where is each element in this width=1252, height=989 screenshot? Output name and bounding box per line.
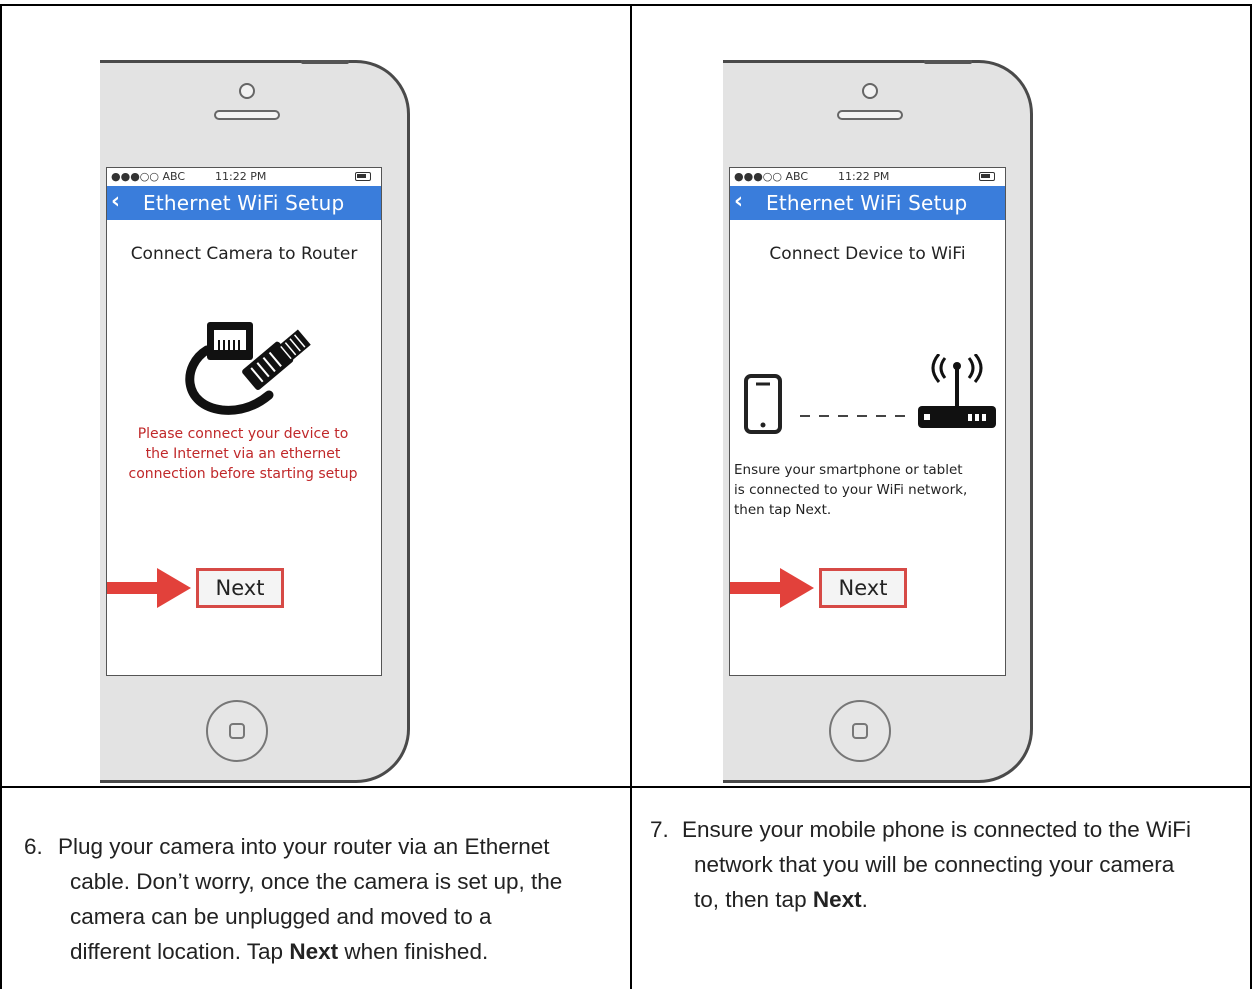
table-border-top (0, 4, 1252, 6)
clock-label: 11:22 PM (215, 170, 267, 183)
home-button[interactable] (829, 700, 891, 762)
status-bar: ●●●○○ ABC 11:22 PM (107, 168, 381, 186)
step-6-instructions: 6. Plug your camera into your router via… (24, 829, 624, 979)
nav-bar: ‹ Ethernet WiFi Setup (730, 186, 1005, 220)
pointer-arrow-icon (107, 568, 191, 608)
step-7-instructions: 7. Ensure your mobile phone is connected… (650, 812, 1246, 932)
next-emphasis: Next (289, 939, 339, 964)
warning-line: connection before starting setup (128, 466, 358, 482)
speaker-icon (837, 110, 903, 120)
nav-title: Ethernet WiFi Setup (766, 191, 968, 215)
home-button[interactable] (206, 700, 268, 762)
status-bar: ●●●○○ ABC 11:22 PM (730, 168, 1005, 186)
ethernet-cable-icon (185, 322, 311, 415)
phone-mockup-step-6: ●●●○○ ABC 11:22 PM ‹ Ethernet WiFi Setup… (100, 60, 420, 786)
battery-icon (355, 172, 371, 181)
step-text-line: to, then tap Next. (694, 882, 868, 917)
step-number: 7. (650, 817, 669, 842)
table-border-left (0, 4, 2, 989)
warning-line: Please connect your device to (137, 426, 349, 442)
carrier-label: ●●●○○ ABC (734, 170, 809, 183)
info-line: is connected to your WiFi network, (734, 482, 968, 498)
next-emphasis: Next (812, 887, 862, 912)
clock-label: 11:22 PM (838, 170, 890, 183)
step-text-line: cable. Don’t worry, once the camera is s… (70, 869, 563, 894)
screen-heading: Connect Device to WiFi (769, 244, 966, 264)
carrier-label: ●●●○○ ABC (111, 170, 186, 183)
back-chevron-icon[interactable]: ‹ (111, 189, 120, 214)
next-button[interactable]: Next (819, 568, 907, 608)
step-text: when finished. (338, 939, 489, 964)
step-text: to, then tap (694, 887, 813, 912)
front-camera-icon (239, 83, 255, 99)
nav-title: Ethernet WiFi Setup (143, 191, 345, 215)
nav-bar: ‹ Ethernet WiFi Setup (107, 186, 381, 220)
smartphone-router-icon (744, 354, 996, 434)
battery-icon (979, 172, 995, 181)
back-chevron-icon[interactable]: ‹ (734, 189, 743, 214)
step-text-line: Ensure your mobile phone is connected to… (682, 817, 1192, 842)
warning-line: the Internet via an ethernet (145, 446, 341, 462)
step-text-line: camera can be unplugged and moved to a (70, 904, 492, 929)
pointer-arrow-icon (730, 568, 814, 608)
step-text: . (861, 887, 868, 912)
next-button[interactable]: Next (196, 568, 284, 608)
speaker-icon (214, 110, 280, 120)
phone-side-button (301, 60, 349, 64)
step-text-line: different location. Tap Next when finish… (70, 934, 488, 969)
table-column-divider (630, 4, 632, 989)
step-text-line: network that you will be connecting your… (694, 852, 1175, 877)
step-number: 6. (24, 834, 43, 859)
step-text: different location. Tap (70, 939, 290, 964)
phone-screen: ●●●○○ ABC 11:22 PM ‹ Ethernet WiFi Setup… (106, 167, 382, 676)
front-camera-icon (862, 83, 878, 99)
step-text-line: Plug your camera into your router via an… (58, 834, 550, 859)
phone-side-button (924, 60, 972, 64)
info-line: Ensure your smartphone or tablet (734, 462, 963, 478)
info-message: Ensure your smartphone or tablet is conn… (734, 460, 1004, 520)
table-row-divider (0, 786, 1252, 788)
info-line: then tap Next. (734, 502, 832, 518)
phone-mockup-step-7: ●●●○○ ABC 11:22 PM ‹ Ethernet WiFi Setup… (723, 60, 1043, 786)
screen-heading: Connect Camera to Router (130, 244, 358, 264)
phone-screen: ●●●○○ ABC 11:22 PM ‹ Ethernet WiFi Setup… (729, 167, 1006, 676)
warning-message: Please connect your device to the Intern… (111, 424, 375, 484)
